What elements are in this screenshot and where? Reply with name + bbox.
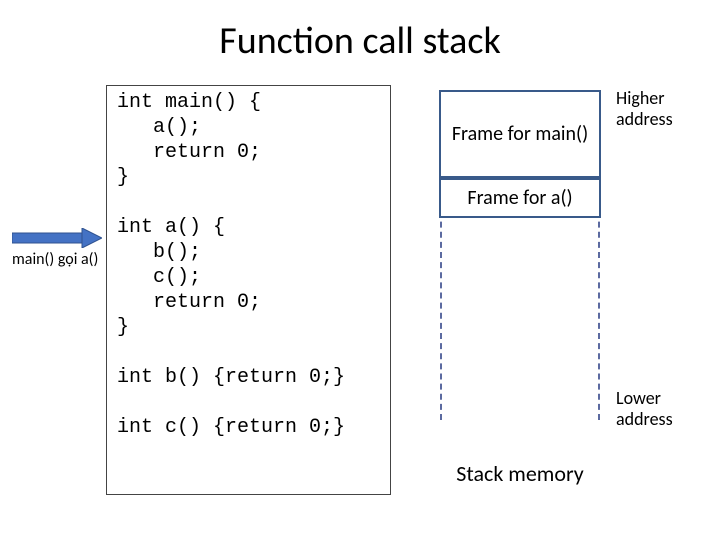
stack-diagram: Frame for main() Frame for a() bbox=[440, 90, 600, 420]
higher-address-label: Higher address bbox=[616, 88, 720, 129]
stack-memory-caption: Stack memory bbox=[440, 460, 600, 487]
frame-a: Frame for a() bbox=[439, 178, 601, 218]
callout-label: main() gọi a() bbox=[12, 250, 98, 269]
callout-arrow-icon bbox=[12, 228, 102, 248]
frame-main: Frame for main() bbox=[439, 90, 601, 178]
lower-address-label: Lower address bbox=[616, 388, 720, 429]
code-listing: int main() { a(); return 0; } int a() { … bbox=[106, 85, 391, 495]
slide-title: Function call stack bbox=[0, 18, 720, 64]
